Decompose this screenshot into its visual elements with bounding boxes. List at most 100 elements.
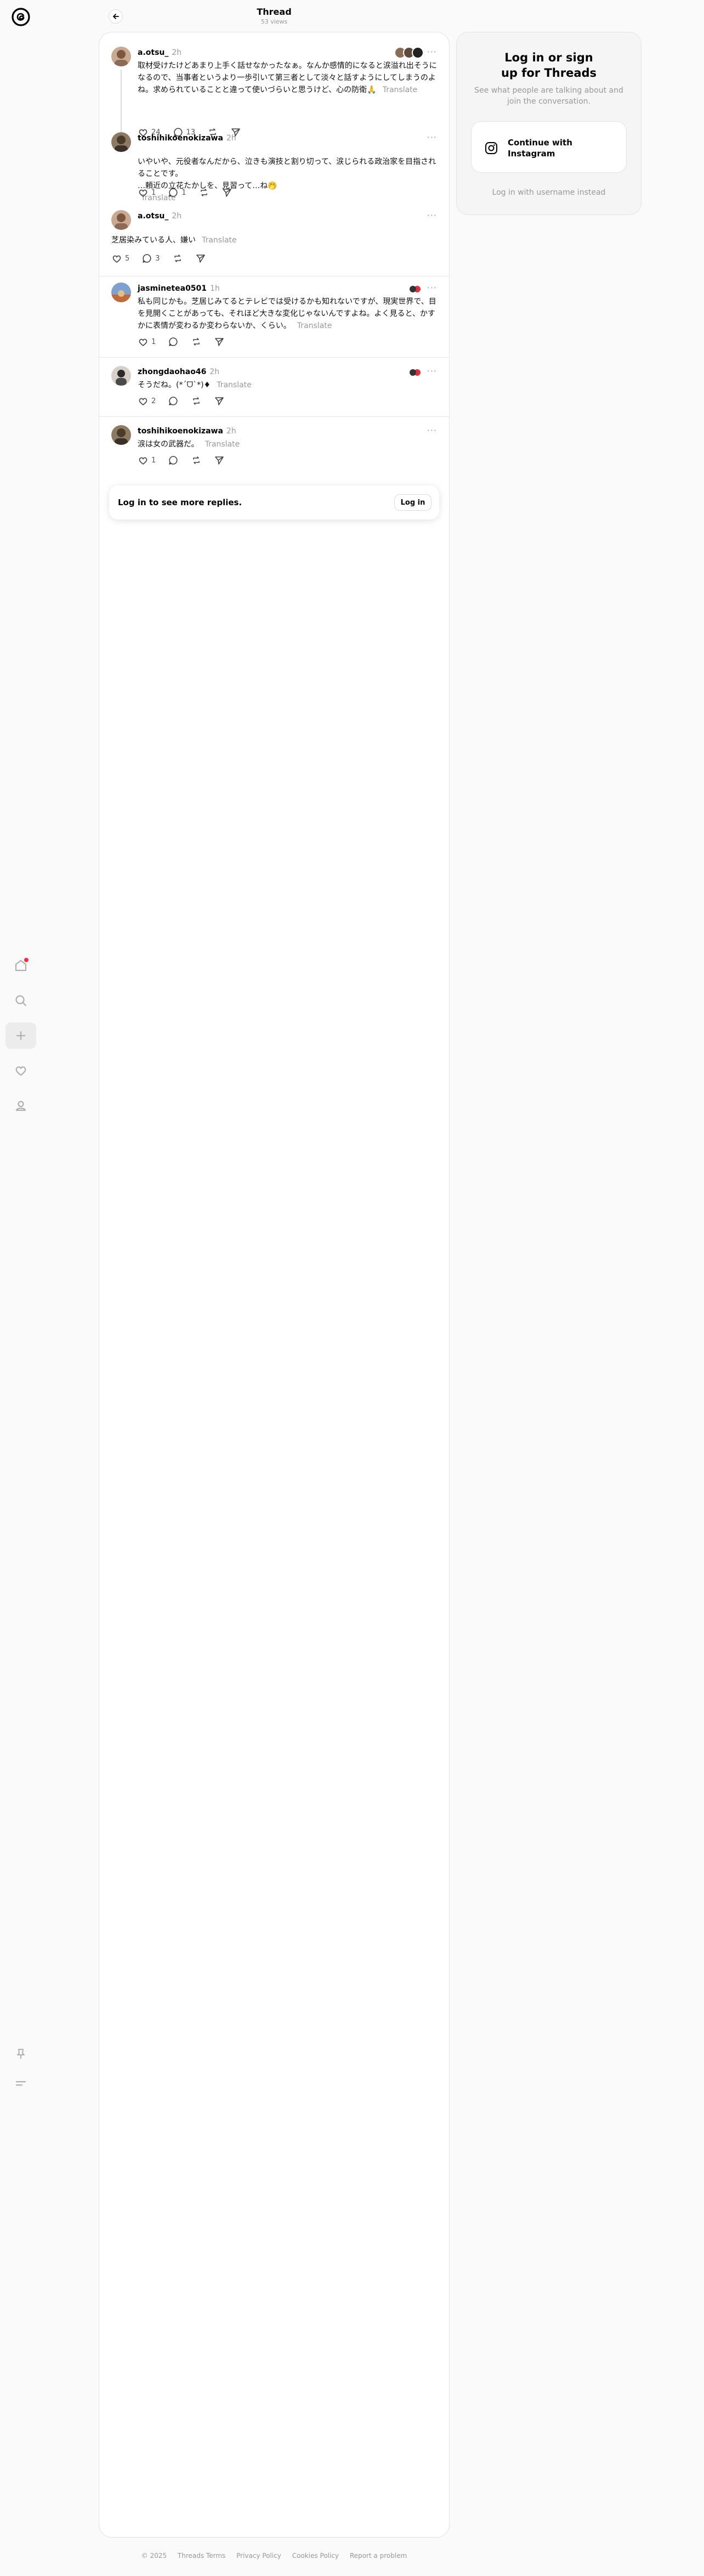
reply-button[interactable]: 3 xyxy=(141,253,160,264)
share-button[interactable] xyxy=(222,187,232,198)
translate-link[interactable]: Translate xyxy=(297,321,332,330)
username[interactable]: toshihikoenokizawa xyxy=(138,427,223,436)
share-button[interactable] xyxy=(195,253,206,264)
repost-button[interactable] xyxy=(191,336,202,347)
continue-with-instagram-button[interactable]: Continue with Instagram xyxy=(471,121,627,173)
post-text: 私も同じかも。芝居じみてるとテレビでは受けるかも知れないですが、現実世界で、目を… xyxy=(138,297,436,330)
reply-button[interactable] xyxy=(168,455,179,466)
pin-icon xyxy=(17,2049,25,2059)
comment-icon xyxy=(169,188,178,197)
thread-connector xyxy=(121,70,122,133)
translate-link[interactable]: Translate xyxy=(383,86,418,94)
share-button[interactable] xyxy=(214,455,225,466)
like-button[interactable]: 1 xyxy=(138,187,156,198)
more-options-icon[interactable]: ··· xyxy=(427,132,437,143)
username-login-link[interactable]: Log in with username instead xyxy=(457,188,641,197)
post-header: toshihikoenokizawa 2h xyxy=(138,425,437,437)
reply-button[interactable] xyxy=(168,396,179,406)
nav-pin[interactable] xyxy=(5,2041,36,2067)
search-icon xyxy=(15,995,27,1007)
timestamp: 2h xyxy=(172,212,182,221)
post-header: jasminetea0501 1h xyxy=(138,283,437,295)
nav-create[interactable] xyxy=(5,1023,36,1049)
translate-link[interactable]: Translate xyxy=(205,440,240,449)
nav-search[interactable] xyxy=(5,987,36,1014)
participant-avatars xyxy=(394,47,424,59)
post-header: a.otsu_ 2h xyxy=(138,47,437,59)
repost-icon xyxy=(200,189,207,196)
more-options-icon[interactable]: ··· xyxy=(427,425,437,436)
footer: © 2025 Threads Terms Privacy Policy Cook… xyxy=(0,2552,548,2560)
username[interactable]: zhongdaohao46 xyxy=(138,368,206,376)
more-options-icon[interactable]: ··· xyxy=(427,210,437,221)
reply-post: jasminetea0501 1h ··· 私も同じかも。芝居じみてるとテレビで… xyxy=(111,283,437,348)
post-actions: 2 xyxy=(138,396,225,406)
avatar[interactable] xyxy=(111,425,131,445)
repost-button[interactable] xyxy=(191,396,202,406)
nav-profile[interactable] xyxy=(5,1093,36,1119)
avatar[interactable] xyxy=(111,210,131,230)
username[interactable]: a.otsu_ xyxy=(138,48,168,57)
cookies-link[interactable]: Cookies Policy xyxy=(292,2552,339,2560)
thread-header: Thread 53 views xyxy=(99,0,450,32)
reply-count: 1 xyxy=(181,188,186,197)
login-side-card: Log in or sign up for Threads See what p… xyxy=(456,32,641,215)
nav-menu[interactable] xyxy=(5,2070,36,2097)
activity-icon xyxy=(15,1066,26,1076)
like-button[interactable]: 5 xyxy=(111,253,129,264)
like-button[interactable]: 1 xyxy=(138,336,156,347)
like-button[interactable]: 1 xyxy=(138,455,156,466)
avatar[interactable] xyxy=(111,283,131,302)
username[interactable]: toshihikoenokizawa xyxy=(138,134,223,143)
create-icon xyxy=(16,1031,26,1041)
privacy-link[interactable]: Privacy Policy xyxy=(236,2552,281,2560)
reply-button[interactable] xyxy=(168,336,179,347)
reply-post: a.otsu_ 2h ··· 芝居染みている人、嫌い Translate 5 3 xyxy=(111,210,437,270)
comment-icon xyxy=(169,456,178,465)
more-options-icon[interactable]: ··· xyxy=(427,47,437,57)
timestamp: 2h xyxy=(172,48,182,57)
translate-link[interactable]: Translate xyxy=(217,381,252,389)
like-count: 1 xyxy=(151,337,156,346)
nav-home[interactable] xyxy=(5,952,36,979)
reply-button[interactable]: 1 xyxy=(168,187,186,198)
page-title: Thread xyxy=(257,7,292,17)
repost-button[interactable] xyxy=(198,187,209,198)
translate-link[interactable]: Translate xyxy=(202,236,237,245)
divider xyxy=(99,416,449,417)
send-icon xyxy=(215,397,224,405)
like-count: 1 xyxy=(151,188,156,197)
report-link[interactable]: Report a problem xyxy=(350,2552,407,2560)
reply-post: zhongdaohao46 2h ··· そうだね。(*ˊᗜˋ*)♦ Trans… xyxy=(111,366,437,415)
more-options-icon[interactable]: ··· xyxy=(427,283,437,293)
notification-dot xyxy=(24,958,29,962)
login-prompt-card: Log in to see more replies. Log in xyxy=(109,485,439,519)
post-text: いやいや、元役者なんだから、泣きも演技と割り切って、涙じられる政治家を目指される… xyxy=(138,157,436,190)
post-header: zhongdaohao46 2h xyxy=(138,366,437,378)
share-button[interactable] xyxy=(214,396,225,406)
divider xyxy=(99,357,449,358)
send-icon xyxy=(196,255,205,263)
username[interactable]: a.otsu_ xyxy=(138,212,168,221)
like-count: 1 xyxy=(151,456,156,465)
follow-badge-icon xyxy=(408,368,422,376)
avatar[interactable] xyxy=(111,132,131,152)
terms-link[interactable]: Threads Terms xyxy=(178,2552,225,2560)
like-count: 5 xyxy=(125,254,130,263)
reply-count: 3 xyxy=(155,254,160,263)
threads-logo-icon[interactable] xyxy=(10,7,31,27)
log-in-button[interactable]: Log in xyxy=(394,494,432,511)
like-button[interactable]: 2 xyxy=(138,396,156,406)
repost-button[interactable] xyxy=(172,253,183,264)
send-icon xyxy=(215,456,224,465)
share-button[interactable] xyxy=(214,336,225,347)
avatar[interactable] xyxy=(111,47,131,66)
repost-button[interactable] xyxy=(191,455,202,466)
comment-icon xyxy=(169,397,178,405)
nav-activity[interactable] xyxy=(5,1058,36,1084)
post-text: 涙は女の武器だ。 xyxy=(138,440,199,449)
timestamp: 2h xyxy=(226,134,236,143)
more-options-icon[interactable]: ··· xyxy=(427,366,437,376)
avatar[interactable] xyxy=(111,366,131,386)
username[interactable]: jasminetea0501 xyxy=(138,284,207,293)
